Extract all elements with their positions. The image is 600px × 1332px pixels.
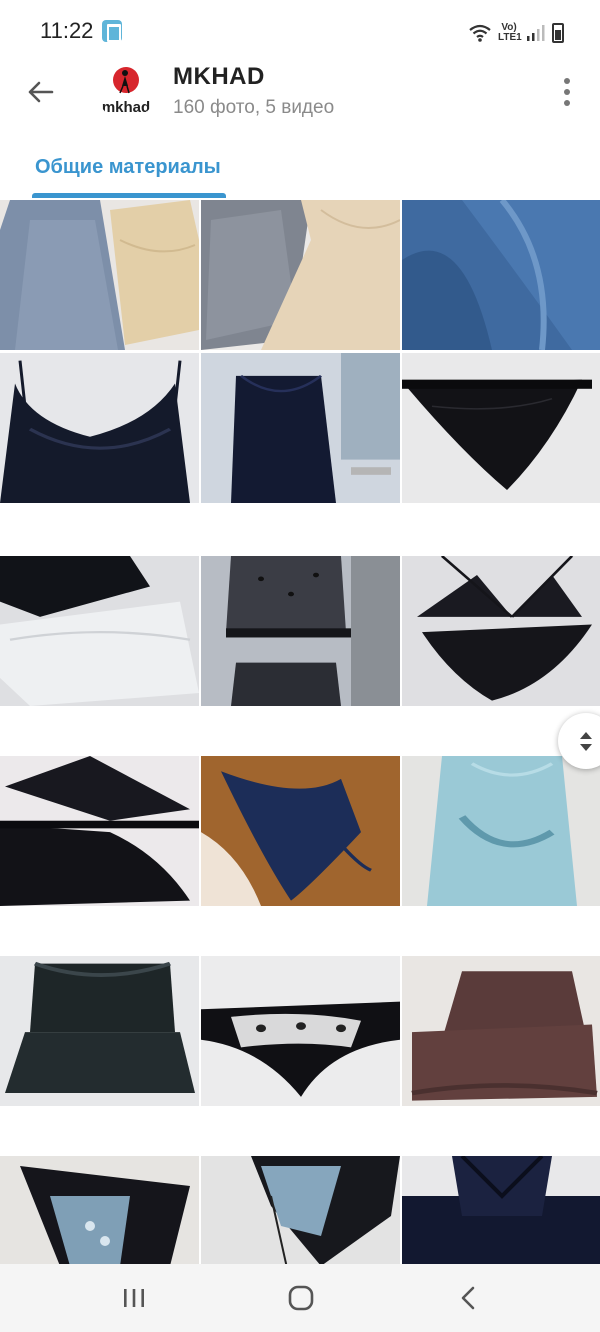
photo-thumbnail[interactable] — [0, 556, 199, 706]
status-bar: 11:22 Vo) LTE1 — [0, 0, 600, 60]
photo-thumbnail[interactable] — [402, 556, 600, 706]
photo-thumbnail[interactable] — [0, 200, 199, 350]
photo-thumbnail[interactable] — [402, 1156, 600, 1265]
status-time: 11:22 — [40, 18, 94, 43]
photo-thumbnail[interactable] — [201, 756, 400, 906]
photo-thumbnail[interactable] — [201, 956, 400, 1106]
tab-bar: Общие материалы — [0, 140, 600, 200]
more-vertical-icon — [564, 78, 570, 84]
photo-thumbnail[interactable] — [201, 353, 400, 503]
photo-thumbnail[interactable] — [0, 956, 199, 1106]
photo-thumbnail[interactable] — [402, 756, 600, 906]
screen: 11:22 Vo) LTE1 mkhad MKHAD 160 фото, 5 в… — [0, 0, 600, 1332]
photo-thumbnail[interactable] — [0, 1156, 199, 1265]
channel-avatar[interactable]: mkhad — [96, 60, 156, 120]
recent-apps-button[interactable] — [104, 1278, 164, 1318]
tab-indicator — [32, 193, 226, 198]
wifi-icon — [469, 24, 491, 42]
channel-title: MKHAD — [173, 63, 265, 90]
network-label: Vo) LTE1 — [498, 22, 522, 43]
photo-thumbnail[interactable] — [402, 353, 600, 503]
system-back-button[interactable] — [438, 1278, 498, 1318]
photo-thumbnail[interactable] — [402, 956, 600, 1106]
photo-thumbnail[interactable] — [201, 1156, 400, 1265]
battery-icon — [552, 23, 564, 43]
arrow-left-icon — [28, 81, 54, 103]
photo-thumbnail[interactable] — [201, 200, 400, 350]
tab-shared-media[interactable]: Общие материалы — [35, 156, 221, 179]
signal-icon — [527, 25, 545, 41]
fast-scroll-icon — [580, 731, 592, 739]
system-nav-bar — [0, 1264, 600, 1332]
photo-thumbnail[interactable] — [201, 556, 400, 706]
media-grid — [0, 200, 600, 1265]
photo-thumbnail[interactable] — [0, 353, 199, 503]
photo-thumbnail[interactable] — [402, 200, 600, 350]
app-header: mkhad MKHAD 160 фото, 5 видео — [0, 55, 600, 130]
status-icons: Vo) LTE1 — [468, 20, 564, 46]
back-icon — [461, 1286, 475, 1310]
recent-apps-icon — [124, 1289, 144, 1307]
avatar-text: mkhad — [102, 99, 150, 116]
more-options-button[interactable] — [552, 72, 582, 112]
photo-thumbnail[interactable] — [0, 756, 199, 906]
home-button[interactable] — [271, 1278, 331, 1318]
back-button[interactable] — [20, 72, 60, 112]
brand-logo: mkhad — [102, 67, 150, 116]
home-icon — [288, 1285, 314, 1311]
channel-subtitle: 160 фото, 5 видео — [173, 97, 335, 118]
app-notification-icon — [102, 20, 122, 42]
